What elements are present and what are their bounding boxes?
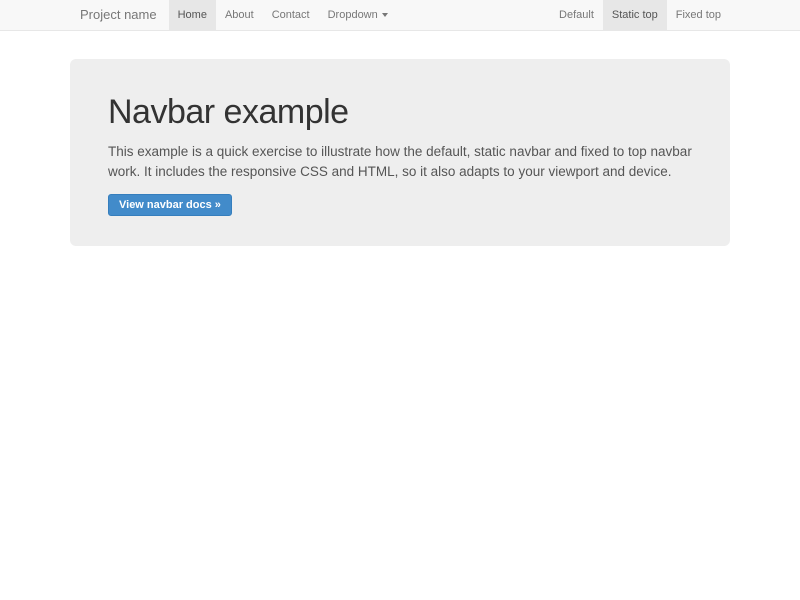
nav-item-default-label: Default <box>559 0 594 30</box>
navbar-brand[interactable]: Project name <box>70 0 167 30</box>
page-description: This example is a quick exercise to illu… <box>108 142 692 181</box>
nav-item-home-label: Home <box>178 0 207 30</box>
nav-item-contact-label: Contact <box>272 0 310 30</box>
nav-item-home[interactable]: Home <box>169 0 216 30</box>
main-container: Navbar example This example is a quick e… <box>70 59 730 246</box>
nav-item-dropdown[interactable]: Dropdown <box>319 0 397 30</box>
navbar-right-nav: Default Static top Fixed top <box>550 0 730 30</box>
nav-item-static-top-label: Static top <box>612 0 658 30</box>
nav-item-about-label: About <box>225 0 254 30</box>
nav-item-dropdown-label: Dropdown <box>328 0 378 30</box>
navbar-left-nav: Home About Contact Dropdown <box>169 0 397 30</box>
nav-item-static-top[interactable]: Static top <box>603 0 667 30</box>
nav-item-contact[interactable]: Contact <box>263 0 319 30</box>
nav-item-fixed-top[interactable]: Fixed top <box>667 0 730 30</box>
navbar: Project name Home About Contact Dropdown… <box>0 0 800 31</box>
caret-down-icon <box>382 13 388 17</box>
page-title: Navbar example <box>108 93 692 132</box>
navbar-container: Project name Home About Contact Dropdown… <box>70 0 730 30</box>
nav-item-fixed-top-label: Fixed top <box>676 0 721 30</box>
nav-item-about[interactable]: About <box>216 0 263 30</box>
view-navbar-docs-button[interactable]: View navbar docs » <box>108 194 232 216</box>
nav-item-default[interactable]: Default <box>550 0 603 30</box>
jumbotron: Navbar example This example is a quick e… <box>70 59 730 246</box>
